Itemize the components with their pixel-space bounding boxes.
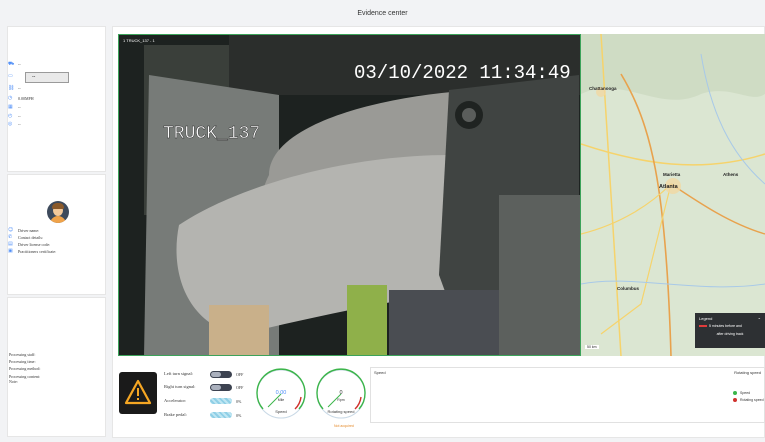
accelerator-bar (210, 398, 232, 404)
driver-cert-label: Practitioners certificate: (18, 249, 57, 254)
location-icon: ◎ (8, 121, 13, 127)
speed-chart: Speed Rotating speed Speed Rotating spee… (370, 367, 765, 423)
driver-contact-row: ✆ Contact details: (8, 234, 43, 241)
user-icon: ☺ (8, 227, 14, 233)
vehicle-id-value: -- (18, 62, 21, 67)
certificate-icon: ▣ (8, 248, 13, 254)
map-city-columbus: Columbus (617, 286, 639, 291)
driver-cert-row: ▣ Practitioners certificate: (8, 248, 57, 255)
driver-avatar (47, 201, 69, 223)
overlay-timestamp: 03/10/2022 11:34:49 (354, 62, 571, 84)
speed-gauge-label: Speed (275, 409, 287, 414)
legend-rotating-label: Rotating speed (740, 398, 764, 402)
avatar-body (50, 216, 66, 223)
legend-speed: Speed (733, 391, 750, 395)
channel-label: 1 TRUCK_137 - 1 (123, 38, 155, 43)
warning-box (119, 372, 157, 414)
legend-track-swatch (699, 325, 707, 328)
vehicle-row-link: ⛓ -- (8, 85, 21, 92)
vehicle-row-speed: ◷ 0.00MPH (8, 95, 34, 102)
legend-speed-dot (733, 391, 737, 395)
location-value: -- (18, 122, 21, 127)
page-title: Evidence center (357, 10, 408, 17)
accelerator-value: 0% (236, 399, 242, 404)
map-city-marietta: Marietta (663, 172, 681, 177)
driver-contact-label: Contact details: (18, 235, 43, 240)
plate-number-field: -- (25, 72, 69, 83)
rotating-gauge-unit: Rpm (337, 398, 344, 402)
truck-icon: ⛟ (8, 61, 15, 67)
map-city-chattanooga: Chattanooga (589, 86, 617, 91)
brake-label: Brake pedal: (164, 412, 187, 417)
phone-icon: ✆ (8, 234, 13, 240)
legend-rotating-dot (733, 398, 737, 402)
legend-text-1: 5 minutes before and (709, 324, 742, 328)
link-value: -- (18, 86, 21, 91)
vehicle-row-date: ▦ -- (8, 104, 21, 111)
accelerator-label: Accelerator: (164, 398, 187, 403)
vehicle-row-time: ◴ -- (8, 113, 21, 120)
chart-right-title: Rotating speed (734, 370, 761, 375)
map-view[interactable]: Chattanooga Marietta Atlanta Athens Colu… (581, 34, 765, 356)
plate-icon: ▭ (8, 73, 13, 79)
date-value: -- (18, 105, 21, 110)
legend-line-2: after driving track (716, 332, 744, 336)
time-value: -- (18, 114, 21, 119)
speed-icon: ◷ (8, 95, 13, 101)
rotating-gauge-value: 0 (339, 390, 342, 396)
right-turn-value: OFF (236, 385, 244, 390)
legend-title: Legend (699, 316, 713, 321)
video-player[interactable]: 03/10/2022 11:34:49 TRUCK_137 1 TRUCK_13… (118, 34, 581, 356)
plate-number-value: -- (32, 74, 36, 80)
avatar-hair (52, 203, 64, 209)
left-turn-value: OFF (236, 372, 244, 377)
driver-license-row: ▤ Driver license code: (8, 241, 51, 248)
map-tiles (581, 34, 765, 356)
right-turn-label: Right turn signal: (164, 384, 196, 389)
left-turn-toggle (210, 371, 232, 378)
vehicle-row-plate: ▭ (8, 74, 18, 79)
speed-gauge: 0.00 Mile Speed (256, 368, 306, 419)
driver-license-label: Driver license code: (18, 242, 51, 247)
license-icon: ▤ (8, 241, 13, 247)
map-city-athens: Athens (723, 172, 739, 177)
not-acquired-label: Not acquired (334, 424, 354, 428)
map-city-atlanta: Atlanta (659, 184, 678, 190)
video-frame: 03/10/2022 11:34:49 TRUCK_137 (119, 35, 580, 355)
processing-note-label: Note: (9, 379, 18, 384)
vehicle-row-location: ◎ -- (8, 121, 21, 128)
overlay-vehicle-id: TRUCK_137 (163, 124, 260, 144)
speed-gauge-value: 0.00 (276, 390, 287, 396)
link-icon: ⛓ (8, 85, 15, 91)
calendar-icon: ▦ (8, 104, 13, 110)
left-turn-label: Left turn signal: (164, 371, 193, 376)
legend-rotating: Rotating speed (733, 398, 764, 402)
chart-left-title: Speed (374, 370, 386, 375)
map-legend: Legend 5 minutes before and after drivin… (695, 313, 765, 348)
vehicle-row-truck: ⛟ -- (8, 61, 21, 68)
legend-line-1: 5 minutes before and (699, 324, 761, 329)
rotating-speed-gauge: 0 Rpm Rotating speed (316, 368, 366, 419)
processing-staff-label: Processing staff: (9, 352, 36, 357)
legend-collapse-icon[interactable]: ⌄ (758, 315, 761, 320)
brake-bar (210, 412, 232, 418)
clock-icon: ◴ (8, 113, 13, 119)
brake-value: 0% (236, 413, 242, 418)
warning-icon (124, 379, 152, 405)
map-scale: 50 km (585, 345, 599, 349)
processing-method-label: Processing method: (9, 366, 41, 371)
speed-value: 0.00MPH (18, 96, 34, 101)
legend-speed-label: Speed (740, 391, 751, 395)
driver-name-label: Driver name: (18, 228, 40, 233)
right-turn-toggle (210, 384, 232, 391)
speed-gauge-unit: Mile (278, 398, 284, 402)
processing-time-label: Processing time: (9, 359, 36, 364)
rotating-gauge-label: Rotating speed (328, 409, 355, 414)
driver-name-row: ☺ Driver name: (8, 227, 40, 234)
